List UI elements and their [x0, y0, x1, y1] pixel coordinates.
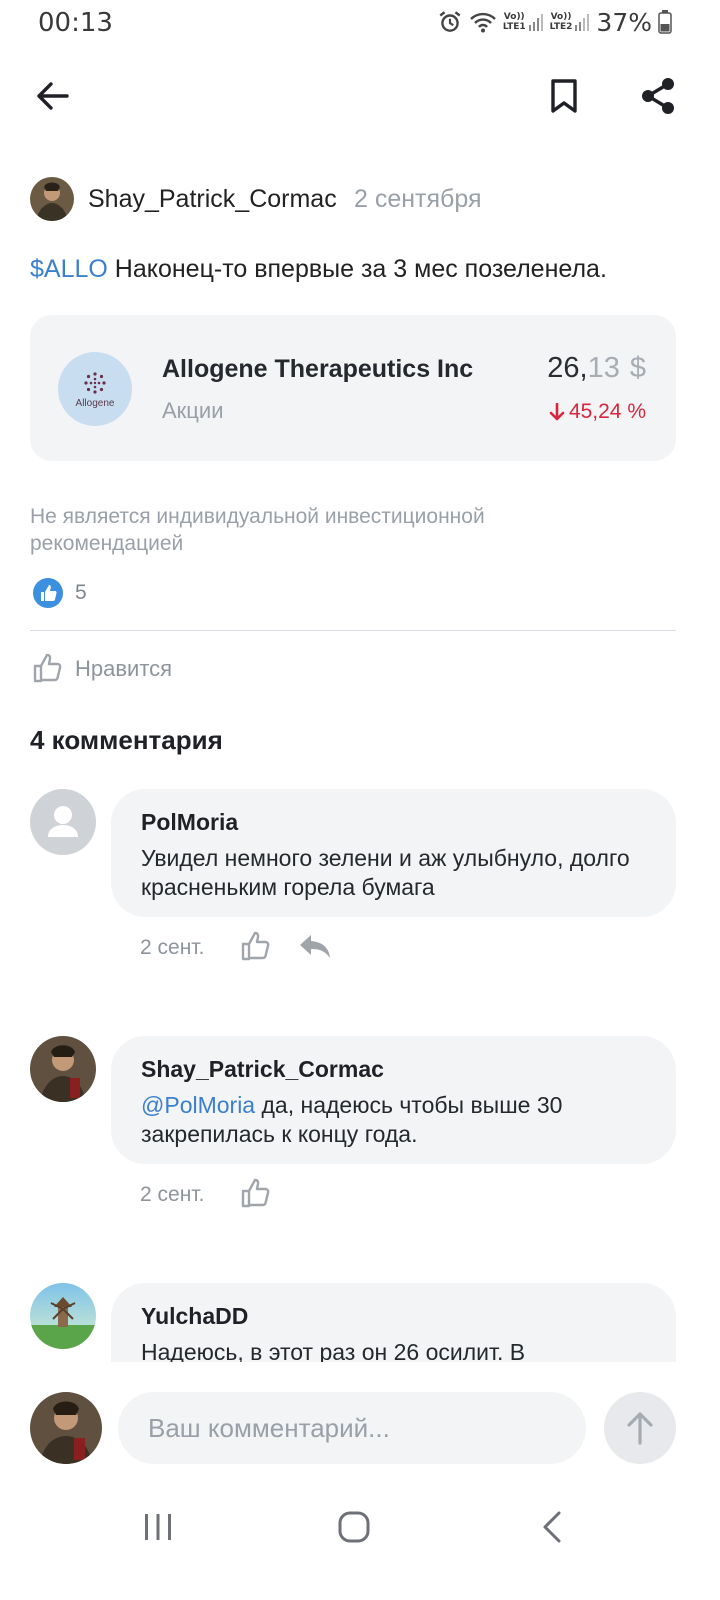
lte1-label: LTE1 [502, 22, 526, 32]
comment-date: 2 сент. [140, 1183, 205, 1206]
logo-mark-icon [84, 371, 106, 394]
post-body: Наконец-то впервые за 3 мес позеленела. [107, 255, 607, 283]
currency: $ [629, 352, 646, 384]
divider [30, 630, 676, 631]
price-int: 26, [547, 352, 588, 384]
ticker-link[interactable]: $ALLO [30, 255, 108, 283]
thumbs-up-icon [241, 931, 270, 961]
thumbs-up-icon [33, 653, 62, 683]
back-button[interactable] [28, 72, 76, 120]
likes-count: 5 [75, 581, 87, 604]
disclaimer: Не является индивидуальной инвестиционно… [30, 505, 485, 555]
my-avatar [30, 1392, 102, 1464]
logo-text: Allogene [75, 397, 115, 409]
comment-avatar[interactable] [30, 1283, 96, 1349]
company-name: Allogene Therapeutics Inc [162, 355, 474, 383]
sim1-indicator: Vo)) LTE1 [503, 12, 544, 32]
alarm-icon [439, 11, 461, 32]
price: 26,13 $ [547, 352, 646, 385]
home-icon [338, 1511, 370, 1543]
like-reaction-badge[interactable] [33, 578, 63, 608]
price-change: 45,24 % [549, 400, 646, 424]
status-icons: Vo)) LTE1 Vo)) LTE2 37% [437, 6, 672, 38]
back-arrow-icon [37, 82, 69, 110]
comment-date: 2 сент. [140, 936, 205, 959]
company-logo: Allogene [58, 352, 132, 426]
change-value: 45,24 % [568, 400, 646, 423]
comment-author[interactable]: YulchaDD [141, 1303, 248, 1330]
bookmark-icon [551, 79, 577, 113]
vo1-label: Vo)) [503, 12, 525, 22]
author-avatar[interactable] [30, 177, 74, 221]
chevron-left-icon [543, 1511, 561, 1543]
comments-title: 4 комментария [30, 725, 223, 755]
comment-bubble: Shay_Patrick_Cormac @PolMoria да, надеюс… [111, 1036, 676, 1164]
comment-text: Увидел немного зелени и аж улыбнуло, дол… [141, 845, 630, 900]
wifi-icon [469, 12, 496, 33]
comment-avatar[interactable] [30, 789, 96, 855]
recents-icon [145, 1514, 171, 1540]
comment-input[interactable] [118, 1392, 586, 1464]
reply-button[interactable] [298, 932, 332, 962]
thumbs-up-filled-icon [33, 578, 63, 608]
bookmark-button[interactable] [538, 72, 590, 120]
default-user-icon [48, 806, 78, 837]
share-icon [642, 78, 674, 114]
post-author[interactable]: Shay_Patrick_Cormac [88, 185, 337, 214]
sim2-indicator: Vo)) LTE2 [550, 12, 591, 32]
arrow-down-icon [549, 403, 565, 421]
comment-text: @PolMoria да, надеюсь чтобы выше 30 закр… [141, 1091, 641, 1149]
send-button[interactable] [604, 1392, 676, 1464]
comment-like-button[interactable] [240, 1177, 274, 1211]
signal-icon [575, 14, 590, 31]
battery-icon [658, 10, 672, 34]
instrument-type: Акции [162, 398, 224, 423]
reply-icon [300, 935, 330, 958]
thumbs-up-icon [241, 1178, 270, 1208]
post-text: $ALLO Наконец-то впервые за 3 мес позеле… [30, 255, 607, 284]
share-button[interactable] [634, 72, 682, 120]
system-back-button[interactable] [526, 1505, 578, 1549]
post-date: 2 сентября [354, 185, 482, 213]
like-label[interactable]: Нравится [75, 656, 172, 682]
lte2-label: LTE2 [549, 22, 573, 32]
recent-apps-button[interactable] [130, 1505, 186, 1549]
comment-author[interactable]: PolMoria [141, 809, 238, 836]
arrow-up-icon [627, 1412, 653, 1445]
battery-percent: 37% [596, 7, 652, 37]
price-frac: 13 [587, 352, 620, 384]
comment-bubble: PolMoria Увидел немного зелени и аж улыб… [111, 789, 676, 917]
comment-like-button[interactable] [240, 930, 274, 964]
status-time: 00:13 [38, 8, 113, 38]
comment-avatar[interactable] [30, 1036, 96, 1102]
mention-link[interactable]: @PolMoria [141, 1092, 255, 1118]
home-button[interactable] [326, 1505, 382, 1549]
signal-icon [528, 14, 543, 31]
vo2-label: Vo)) [550, 12, 572, 22]
comment-author[interactable]: Shay_Patrick_Cormac [141, 1056, 384, 1083]
